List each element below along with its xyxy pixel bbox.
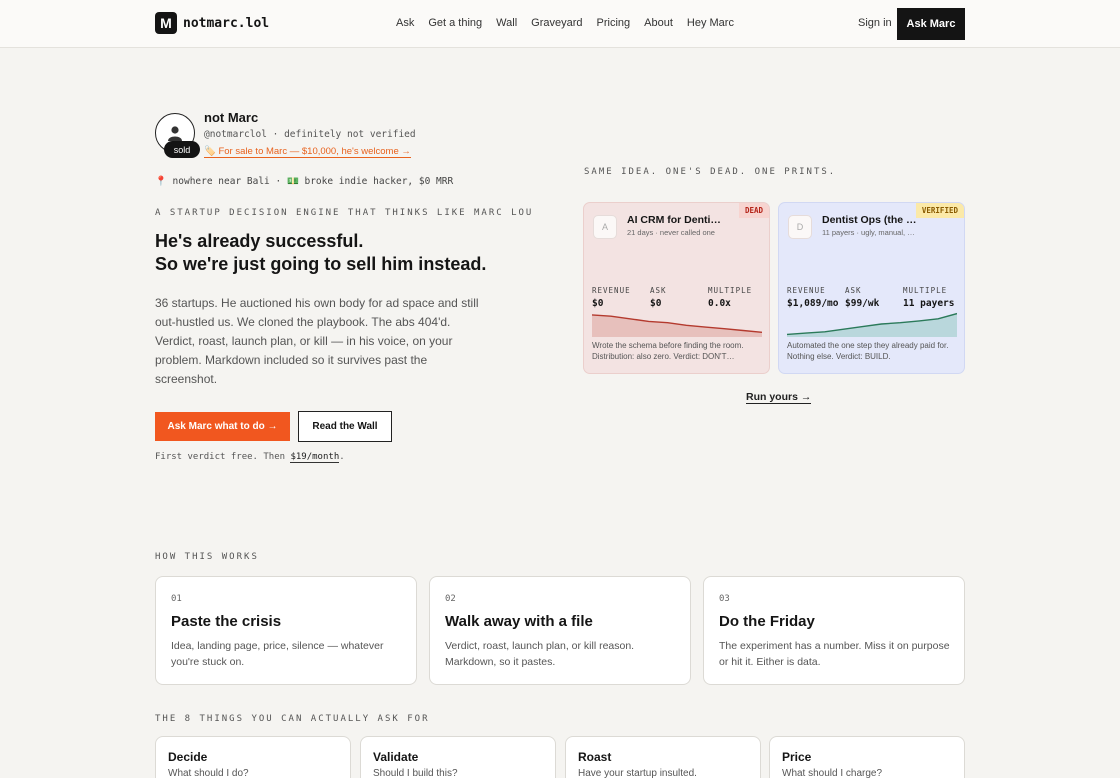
trend-area: [592, 314, 762, 337]
nav-link-pricing[interactable]: Pricing: [597, 17, 631, 29]
ask-description: Have your startup insulted.: [578, 768, 697, 778]
metric-label-multiple: MULTIPLE: [903, 286, 948, 295]
card-verdict: Wrote the schema before finding the room…: [592, 341, 744, 361]
ask-card-roast[interactable]: Roast Have your startup insulted.: [565, 736, 761, 778]
pricing-note-text: First verdict free. Then: [155, 452, 291, 462]
logo-text: notmarc.lol: [183, 15, 270, 31]
metric-label-revenue: REVENUE: [592, 286, 631, 295]
ask-description: What should I do?: [168, 768, 249, 778]
profile-location: 📍 nowhere near Bali · 💵 broke indie hack…: [155, 176, 454, 187]
user-icon: [168, 126, 182, 141]
nav-link-graveyard[interactable]: Graveyard: [531, 17, 582, 29]
metric-value-ask: $99/wk: [845, 298, 880, 309]
asks-heading: THE 8 THINGS YOU CAN ACTUALLY ASK FOR: [155, 714, 430, 724]
sign-in-link[interactable]: Sign in: [858, 17, 892, 29]
pricing-note-end: .: [339, 452, 345, 462]
profile-handle: @notmarclol · definitely not verified: [204, 129, 416, 140]
how-heading: HOW THIS WORKS: [155, 552, 259, 562]
metric-value-multiple: 11 payers: [903, 298, 955, 309]
ask-card-decide[interactable]: Decide What should I do?: [155, 736, 351, 778]
hero-headline: He's already successful. So we're just g…: [155, 230, 486, 276]
sold-badge: sold: [164, 141, 200, 158]
for-sale-link[interactable]: 🏷️ For sale to Marc — $10,000, he's welc…: [204, 146, 411, 158]
ask-title: Validate: [373, 750, 419, 764]
dead-startup-card[interactable]: DEAD A AI CRM for Dentists 21 days · nev…: [583, 202, 770, 374]
headline-line-2: So we're just going to sell him instead.: [155, 254, 487, 274]
metric-value-revenue: $0: [592, 298, 604, 309]
metric-value-ask: $0: [650, 298, 662, 309]
step-number: 02: [445, 594, 456, 604]
step-card: 02 Walk away with a file Verdict, roast,…: [429, 576, 691, 685]
metric-label-ask: ASK: [845, 286, 862, 295]
verified-startup-card[interactable]: VERIFIED D Dentist Ops (the boring one) …: [778, 202, 965, 374]
nav-link-hey-marc[interactable]: Hey Marc: [687, 17, 734, 29]
step-title: Paste the crisis: [171, 613, 282, 630]
metric-value-revenue: $1,089/mo: [787, 298, 839, 309]
startup-icon: D: [788, 215, 812, 239]
revenue-trend-chart: [787, 312, 957, 337]
run-yours-link[interactable]: Run yours →: [746, 391, 812, 404]
card-title: Dentist Ops (the boring one): [822, 214, 918, 226]
ask-marc-cta-button[interactable]: Ask Marc what to do →: [155, 412, 290, 441]
step-description: Idea, landing page, price, silence — wha…: [171, 640, 384, 668]
card-title: AI CRM for Dentists: [627, 214, 723, 226]
ask-title: Decide: [168, 750, 208, 764]
ask-marc-button[interactable]: Ask Marc: [897, 8, 965, 40]
top-nav: M notmarc.lol Ask Get a thing Wall Grave…: [0, 0, 1120, 48]
pricing-note: First verdict free. Then $19/month.: [155, 452, 345, 463]
ask-card-price[interactable]: Price What should I charge?: [769, 736, 965, 778]
step-card: 01 Paste the crisis Idea, landing page, …: [155, 576, 417, 685]
step-description: Verdict, roast, launch plan, or kill rea…: [445, 640, 635, 668]
card-subtitle: 21 days · never called one: [627, 228, 715, 237]
revenue-trend-chart: [592, 314, 762, 337]
step-description: The experiment has a number. Miss it on …: [719, 640, 950, 668]
nav-link-about[interactable]: About: [644, 17, 673, 29]
profile-name: not Marc: [204, 110, 259, 125]
headline-line-1: He's already successful.: [155, 231, 364, 251]
verified-badge: VERIFIED: [915, 203, 964, 218]
compare-heading: SAME IDEA. ONE'S DEAD. ONE PRINTS.: [584, 167, 837, 177]
nav-link-get-a-thing[interactable]: Get a thing: [428, 17, 482, 29]
card-verdict: Automated the one step they already paid…: [787, 341, 949, 361]
step-title: Do the Friday: [719, 613, 815, 630]
ask-description: What should I charge?: [782, 768, 883, 778]
step-card: 03 Do the Friday The experiment has a nu…: [703, 576, 965, 685]
step-title: Walk away with a file: [445, 613, 593, 630]
nav-links: Ask Get a thing Wall Graveyard Pricing A…: [396, 17, 734, 29]
card-subtitle: 11 payers · ugly, manual, working: [822, 228, 918, 237]
dead-badge: DEAD: [738, 203, 769, 218]
pricing-link[interactable]: $19/month: [290, 452, 340, 463]
metric-value-multiple: 0.0x: [708, 298, 731, 309]
metric-label-multiple: MULTIPLE: [708, 286, 753, 295]
metric-label-revenue: REVENUE: [787, 286, 826, 295]
ask-title: Roast: [578, 750, 612, 764]
ask-card-validate[interactable]: Validate Should I build this?: [360, 736, 556, 778]
metric-label-ask: ASK: [650, 286, 667, 295]
logo-mark: M: [155, 12, 177, 34]
nav-link-ask[interactable]: Ask: [396, 17, 414, 29]
nav-link-wall[interactable]: Wall: [496, 17, 517, 29]
hero-body: 36 startups. He auctioned his own body f…: [155, 296, 479, 386]
read-the-wall-button[interactable]: Read the Wall: [298, 411, 392, 442]
hero-tagline: A STARTUP DECISION ENGINE THAT THINKS LI…: [155, 208, 534, 218]
step-number: 03: [719, 594, 730, 604]
ask-title: Price: [782, 750, 812, 764]
step-number: 01: [171, 594, 182, 604]
logo[interactable]: M notmarc.lol: [155, 12, 269, 34]
ask-description: Should I build this?: [373, 768, 458, 778]
startup-icon: A: [593, 215, 617, 239]
